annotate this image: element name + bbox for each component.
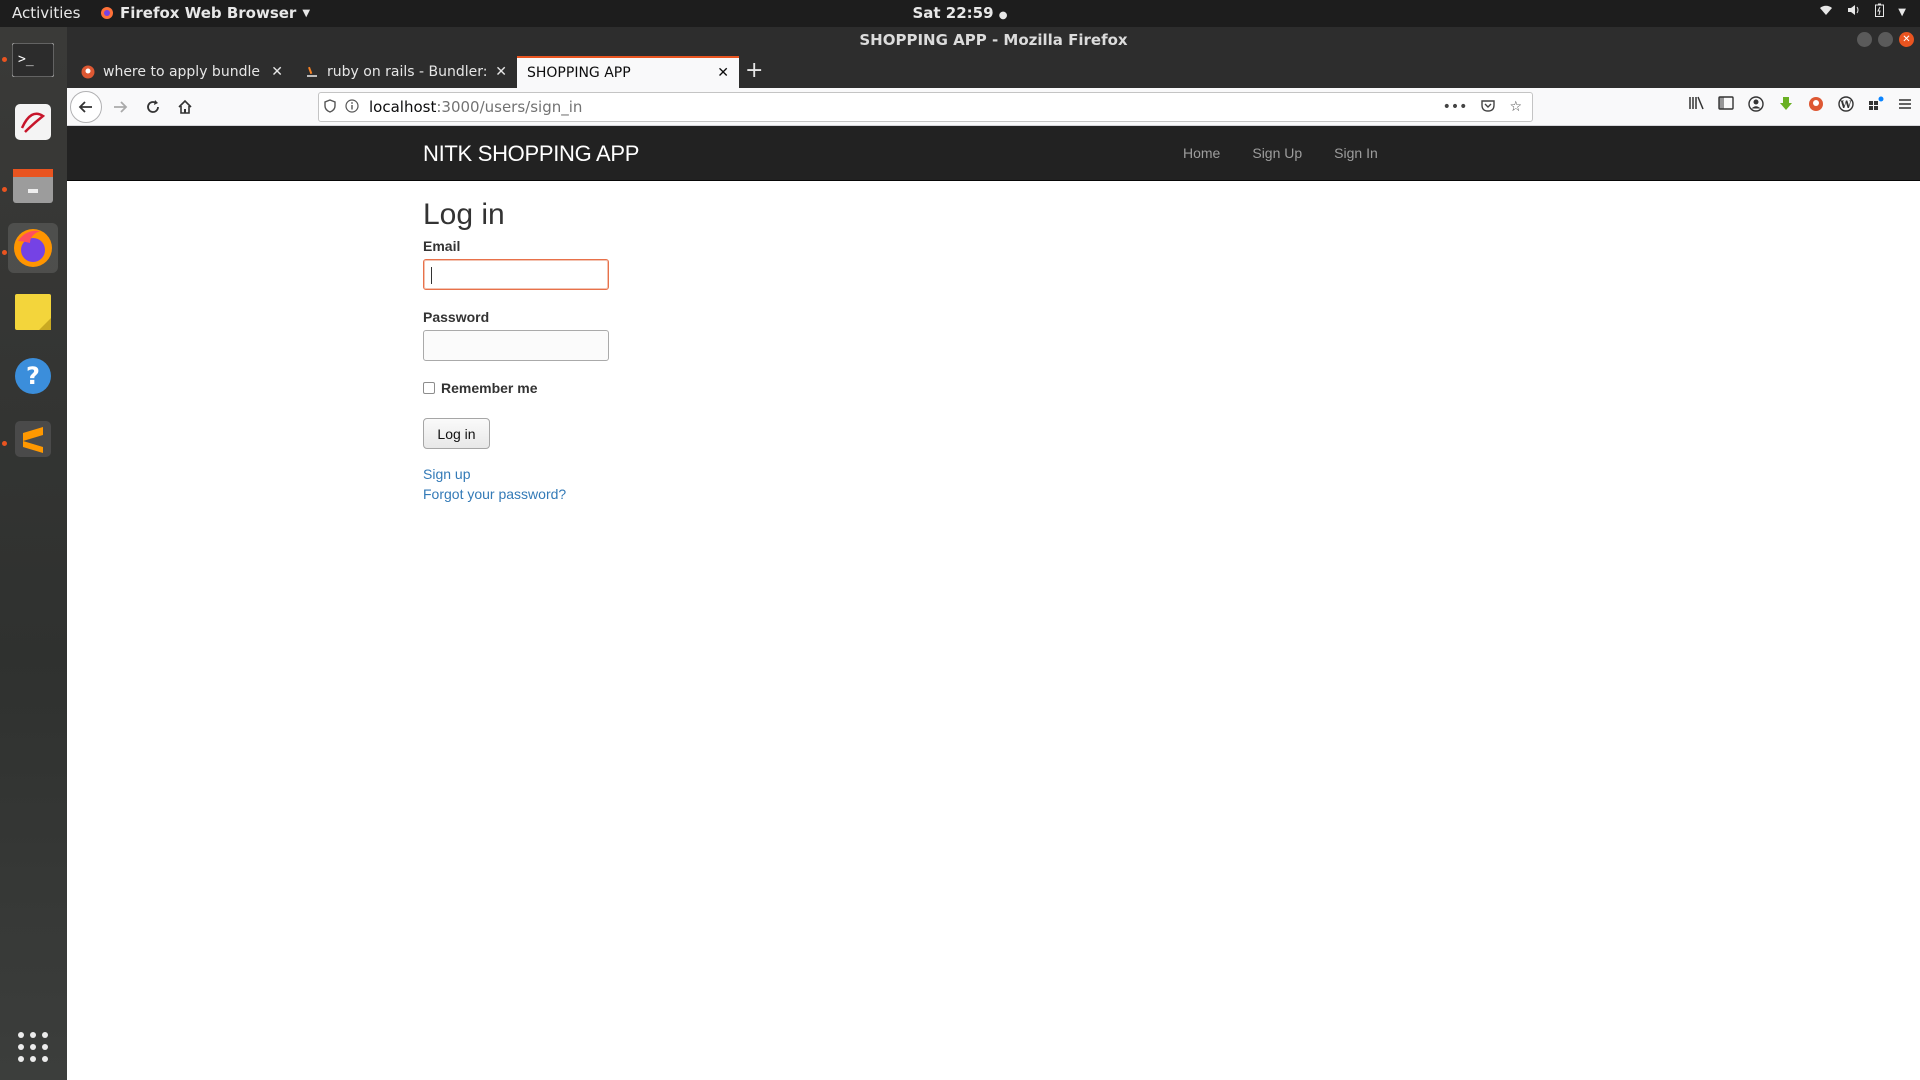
site-nav-links: Home Sign Up Sign In bbox=[1167, 126, 1394, 181]
wordpress-extension-icon[interactable]: W bbox=[1838, 96, 1854, 116]
maximize-icon[interactable] bbox=[1878, 32, 1893, 47]
clock[interactable]: Sat 22:59 bbox=[912, 4, 993, 22]
auth-links: Sign up Forgot your password? bbox=[423, 464, 923, 504]
remember-me-checkbox[interactable] bbox=[423, 382, 435, 394]
site-navbar: NITK SHOPPING APP Home Sign Up Sign In bbox=[67, 126, 1920, 181]
nav-home-link[interactable]: Home bbox=[1167, 126, 1236, 181]
home-icon[interactable] bbox=[172, 94, 198, 120]
new-tab-icon[interactable]: + bbox=[745, 59, 763, 83]
system-menu-chevron-icon: ▼ bbox=[1898, 6, 1906, 18]
app-menu[interactable]: Firefox Web Browser ▼ bbox=[100, 4, 310, 22]
svg-text:?: ? bbox=[26, 362, 40, 390]
remember-me-row: Remember me bbox=[423, 380, 923, 396]
volume-icon bbox=[1847, 4, 1861, 20]
terminal-icon[interactable]: >_ bbox=[8, 35, 58, 85]
dock: >_ ? bbox=[0, 27, 67, 1080]
close-window-icon[interactable]: ✕ bbox=[1899, 32, 1914, 47]
remember-me-label[interactable]: Remember me bbox=[441, 380, 538, 396]
tab-where-to-apply-bundle[interactable]: where to apply bundle in ✕ bbox=[71, 56, 293, 88]
running-indicator bbox=[2, 441, 7, 446]
chevron-down-icon: ▼ bbox=[302, 7, 311, 19]
battery-icon bbox=[1875, 3, 1885, 21]
wifi-icon bbox=[1819, 4, 1833, 20]
gnome-top-bar: Activities Firefox Web Browser ▼ Sat 22:… bbox=[0, 0, 1920, 27]
pocket-icon[interactable] bbox=[1481, 99, 1496, 116]
text-editor-icon[interactable] bbox=[8, 97, 58, 147]
email-label: Email bbox=[423, 238, 461, 254]
url-text[interactable]: localhost:3000/users/sign_in bbox=[369, 98, 582, 116]
svg-text:W: W bbox=[1839, 100, 1852, 111]
site-info-icon[interactable] bbox=[341, 98, 363, 116]
extensions-icon[interactable] bbox=[1868, 96, 1884, 116]
web-page: NITK SHOPPING APP Home Sign Up Sign In L… bbox=[67, 126, 1920, 1080]
hamburger-menu-icon[interactable] bbox=[1898, 96, 1912, 116]
forgot-password-link[interactable]: Forgot your password? bbox=[423, 484, 923, 504]
duckduckgo-favicon-icon bbox=[81, 65, 95, 79]
running-indicator bbox=[2, 187, 7, 192]
page-title: Log in bbox=[423, 198, 505, 231]
site-brand[interactable]: NITK SHOPPING APP bbox=[423, 141, 639, 167]
window-title: SHOPPING APP - Mozilla Firefox bbox=[859, 31, 1128, 49]
app-menu-label: Firefox Web Browser bbox=[120, 4, 297, 22]
running-indicator bbox=[2, 250, 7, 255]
svg-text:>_: >_ bbox=[18, 52, 34, 67]
help-icon[interactable]: ? bbox=[8, 351, 58, 401]
download-extension-icon[interactable] bbox=[1778, 96, 1794, 116]
sublime-text-icon[interactable] bbox=[8, 414, 58, 464]
account-icon[interactable] bbox=[1748, 96, 1764, 116]
library-icon[interactable] bbox=[1688, 96, 1704, 116]
firefox-window: SHOPPING APP - Mozilla Firefox ✕ where t… bbox=[67, 27, 1920, 1080]
tab-title: SHOPPING APP bbox=[527, 65, 631, 81]
minimize-icon[interactable] bbox=[1857, 32, 1872, 47]
firefox-small-icon bbox=[101, 7, 113, 19]
notification-dot-icon: ● bbox=[998, 10, 1008, 21]
close-tab-icon[interactable]: ✕ bbox=[489, 64, 507, 80]
stackoverflow-favicon-icon bbox=[307, 66, 317, 77]
email-field[interactable] bbox=[423, 259, 609, 290]
tab-ruby-on-rails[interactable]: ruby on rails - Bundler::G ✕ bbox=[295, 56, 517, 88]
reload-icon[interactable] bbox=[140, 94, 166, 120]
back-icon[interactable] bbox=[70, 91, 102, 123]
tab-title: ruby on rails - Bundler::G bbox=[327, 64, 487, 80]
forward-icon[interactable] bbox=[107, 94, 133, 120]
close-tab-icon[interactable]: ✕ bbox=[711, 65, 729, 81]
url-path: :3000/users/sign_in bbox=[436, 98, 583, 116]
tracking-protection-icon[interactable] bbox=[319, 98, 341, 116]
tab-strip: where to apply bundle in ✕ ruby on rails… bbox=[67, 53, 1920, 88]
password-field[interactable] bbox=[423, 330, 609, 361]
show-apps-icon[interactable] bbox=[8, 1022, 58, 1072]
tab-title: where to apply bundle in bbox=[103, 64, 263, 80]
system-tray[interactable]: ▼ bbox=[1819, 3, 1906, 21]
files-icon[interactable] bbox=[8, 160, 58, 210]
text-caret bbox=[431, 267, 432, 284]
firefox-icon[interactable] bbox=[8, 223, 58, 273]
sign-up-link[interactable]: Sign up bbox=[423, 464, 923, 484]
running-indicator bbox=[2, 57, 7, 62]
sticky-notes-icon[interactable] bbox=[8, 287, 58, 337]
log-in-button[interactable]: Log in bbox=[423, 418, 490, 449]
nav-sign-in-link[interactable]: Sign In bbox=[1318, 126, 1394, 181]
bookmark-star-icon[interactable]: ☆ bbox=[1509, 99, 1522, 116]
url-host: localhost bbox=[369, 98, 437, 116]
activities-button[interactable]: Activities bbox=[12, 4, 80, 22]
nav-sign-up-link[interactable]: Sign Up bbox=[1236, 126, 1318, 181]
password-label: Password bbox=[423, 309, 490, 325]
page-actions-icon[interactable]: ••• bbox=[1443, 99, 1468, 116]
duckduckgo-extension-icon[interactable] bbox=[1808, 96, 1824, 116]
sidebar-icon[interactable] bbox=[1718, 96, 1734, 116]
window-titlebar[interactable]: SHOPPING APP - Mozilla Firefox ✕ bbox=[67, 27, 1920, 53]
url-bar[interactable]: localhost:3000/users/sign_in ••• ☆ bbox=[318, 92, 1533, 122]
close-tab-icon[interactable]: ✕ bbox=[265, 64, 283, 80]
login-form: Log in Email Password Remember me Log in… bbox=[423, 198, 923, 504]
tab-shopping-app[interactable]: SHOPPING APP ✕ bbox=[517, 56, 739, 88]
navigation-toolbar: localhost:3000/users/sign_in ••• ☆ W bbox=[67, 88, 1920, 126]
